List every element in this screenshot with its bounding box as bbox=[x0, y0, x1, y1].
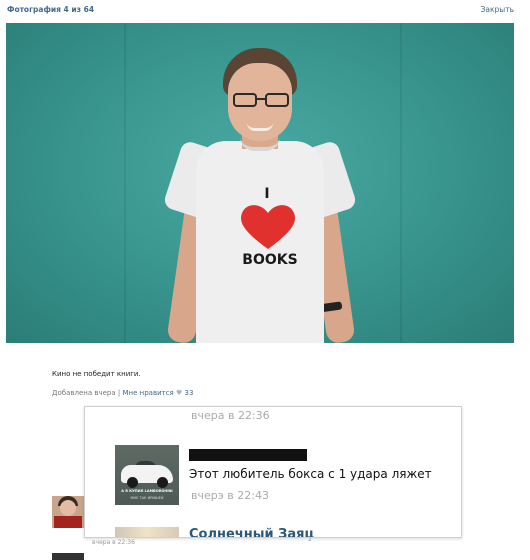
close-link[interactable]: Закрыть bbox=[481, 5, 514, 14]
comment-time-top: вчера в 22:36 bbox=[191, 409, 270, 422]
photo-fold bbox=[124, 23, 126, 343]
comment-text: Этот любитель бокса с 1 удара ляжет bbox=[189, 467, 432, 481]
photo-counter: Фотография 4 из 64 bbox=[7, 5, 95, 14]
like-heart-icon[interactable]: ♥ bbox=[176, 389, 182, 397]
person-smile bbox=[247, 123, 273, 131]
photo-viewer-header: Фотография 4 из 64 Закрыть bbox=[0, 0, 530, 20]
avatar[interactable] bbox=[52, 496, 84, 528]
like-link[interactable]: Мне нравится bbox=[122, 389, 173, 397]
redacted-author-name bbox=[189, 449, 307, 461]
comment-author-name[interactable]: Солнечный Заяц bbox=[189, 527, 314, 537]
photo-fold bbox=[400, 23, 402, 343]
avatar[interactable] bbox=[52, 553, 84, 560]
glasses bbox=[233, 93, 289, 109]
photo[interactable]: I BOOKS bbox=[6, 23, 514, 343]
avatar-caption-top: А Я КУПИЛ LAMBORGHINI bbox=[121, 489, 173, 493]
comment-avatar-lamborghini[interactable]: А Я КУПИЛ LAMBORGHINI МНЕ ТАК ИРИШЕЙ bbox=[115, 445, 179, 505]
comment-time-bottom: вчерэ в 22:43 bbox=[191, 489, 269, 502]
meta-separator: | bbox=[117, 389, 121, 397]
heart-icon bbox=[241, 205, 295, 249]
like-count: 33 bbox=[184, 389, 194, 397]
added-date: Добавлена вчера bbox=[52, 389, 116, 397]
avatar-caption-bottom: МНЕ ТАК ИРИШЕЙ bbox=[130, 496, 164, 500]
shirt-print-books: BOOKS bbox=[242, 252, 298, 268]
comment-avatar[interactable] bbox=[115, 527, 179, 537]
comment-popup: вчера в 22:36 А Я КУПИЛ LAMBORGHINI МНЕ … bbox=[84, 406, 462, 538]
shirt-print-i: I bbox=[264, 186, 270, 202]
comment-time: вчера в 22:36 bbox=[92, 539, 135, 546]
photo-meta: Добавлена вчера | Мне нравится ♥ 33 bbox=[52, 389, 193, 397]
photo-caption: Кино не победит книги. bbox=[52, 370, 141, 378]
